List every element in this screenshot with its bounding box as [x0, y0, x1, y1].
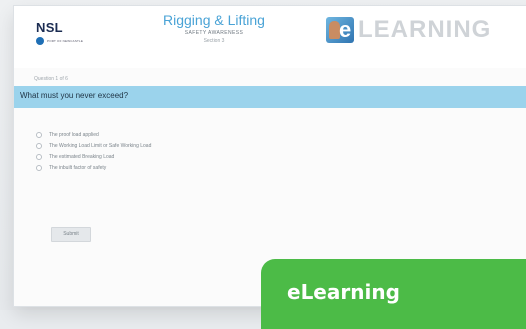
answer-label: The Working Load Limit or Safe Working L…	[49, 143, 152, 149]
org-subtext: PORT OF NEWCASTLE	[47, 39, 84, 43]
answer-option[interactable]: The Working Load Limit or Safe Working L…	[36, 141, 151, 151]
course-header: NSL PORT OF NEWCASTLE Rigging & Lifting …	[14, 6, 526, 68]
radio-button[interactable]	[36, 165, 42, 171]
org-logo-subline: PORT OF NEWCASTLE	[36, 37, 83, 45]
course-subtitle: SAFETY AWARENESS	[184, 30, 244, 36]
badge-label: eLearning	[287, 280, 400, 304]
question-text: What must you never exceed?	[20, 91, 129, 100]
answer-option[interactable]: The inbuilt factor of safety	[36, 163, 151, 173]
answer-label: The inbuilt factor of safety	[49, 165, 107, 171]
elearning-brand-icon: e	[326, 17, 354, 43]
submit-button[interactable]: Submit	[51, 227, 91, 242]
answer-label: The estimated Breaking Load	[49, 154, 115, 160]
course-title: Rigging & Lifting	[163, 12, 265, 28]
radio-button[interactable]	[36, 154, 42, 160]
answer-option[interactable]: The proof load applied	[36, 130, 151, 140]
port-logo-icon	[36, 37, 44, 45]
elearning-logo: e LEARNING	[326, 16, 491, 44]
course-title-block: Rigging & Lifting SAFETY AWARENESS Secti…	[144, 12, 284, 44]
radio-button[interactable]	[36, 143, 42, 149]
radio-button[interactable]	[36, 132, 42, 138]
question-counter: Question 1 of 6	[34, 76, 68, 82]
org-logo: NSL	[36, 20, 63, 35]
answer-options: The proof load applied The Working Load …	[36, 130, 151, 174]
answer-option[interactable]: The estimated Breaking Load	[36, 152, 151, 162]
question-bar: What must you never exceed?	[14, 86, 526, 108]
elearning-badge: eLearning	[261, 259, 526, 329]
background: NSL PORT OF NEWCASTLE Rigging & Lifting …	[0, 0, 526, 329]
brand-text: LEARNING	[358, 16, 492, 43]
answer-label: The proof load applied	[49, 132, 99, 138]
brand-letter: e	[339, 17, 352, 42]
course-section: Section 3	[203, 38, 225, 44]
